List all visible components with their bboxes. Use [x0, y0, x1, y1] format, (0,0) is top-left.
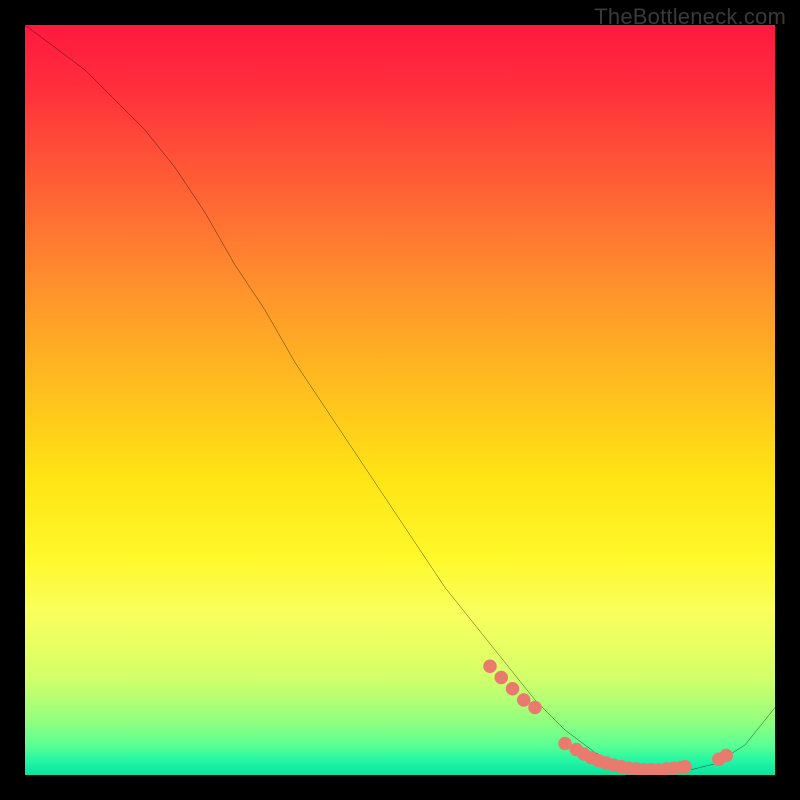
plot-area [25, 25, 775, 775]
highlight-dot [483, 660, 496, 674]
highlight-dot [506, 682, 520, 696]
highlight-dot [678, 760, 692, 774]
highlight-dot [720, 749, 734, 763]
chart-frame: TheBottleneck.com [0, 0, 800, 800]
highlight-dot [517, 693, 531, 707]
highlight-dots [483, 660, 733, 776]
highlight-dot [495, 671, 509, 685]
highlight-dot [528, 701, 542, 715]
chart-svg [25, 25, 775, 775]
bottleneck-curve-path [25, 25, 775, 771]
